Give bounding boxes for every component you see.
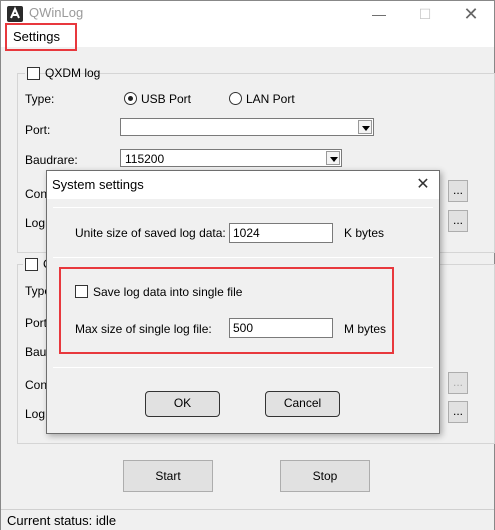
minimize-button[interactable]: — xyxy=(356,1,402,27)
dialog-close-button[interactable]: ✕ xyxy=(411,173,435,197)
second-log-checkbox[interactable] xyxy=(25,258,38,271)
menu-settings-label: Settings xyxy=(13,29,60,44)
unit-size-unit: K bytes xyxy=(344,226,385,240)
stop-button[interactable]: Stop xyxy=(280,460,370,492)
second-config-browse-button[interactable]: ... xyxy=(448,372,468,394)
config-browse-button[interactable]: ... xyxy=(448,180,468,202)
unit-size-input[interactable]: 1024 xyxy=(229,223,333,243)
chevron-down-icon[interactable] xyxy=(358,120,372,134)
qxdm-log-checkbox[interactable] xyxy=(27,67,40,80)
max-size-unit: M bytes xyxy=(344,322,387,336)
status-text: Current status: idle xyxy=(7,513,117,528)
cancel-button[interactable]: Cancel xyxy=(265,391,340,417)
type-label: Type: xyxy=(25,92,55,106)
max-size-label: Max size of single log file: xyxy=(75,322,212,336)
unit-size-label: Unite size of saved log data: xyxy=(75,226,226,240)
start-button[interactable]: Start xyxy=(123,460,213,492)
dialog-divider-mid xyxy=(53,257,433,258)
baudrate-combo[interactable]: 115200 xyxy=(120,149,342,167)
port-combo[interactable] xyxy=(120,118,374,136)
app-logo-icon xyxy=(7,6,23,22)
maximize-button[interactable]: ☐ xyxy=(402,1,448,27)
baud-label: Baudrare: xyxy=(25,153,78,167)
system-settings-dialog: System settings ✕ Unite size of saved lo… xyxy=(46,170,440,434)
dialog-divider-top xyxy=(53,207,433,208)
ok-button[interactable]: OK xyxy=(145,391,220,417)
second-group-header: C xyxy=(23,256,52,272)
single-file-checkbox[interactable] xyxy=(75,285,88,298)
single-file-label: Save log data into single file xyxy=(93,285,243,299)
second-log-path-browse-button[interactable]: ... xyxy=(448,401,468,423)
dialog-title: System settings xyxy=(52,177,144,192)
lan-port-label: LAN Port xyxy=(246,92,295,106)
lan-port-radio[interactable] xyxy=(229,92,242,105)
highlight-box xyxy=(59,267,394,354)
usb-port-radio[interactable] xyxy=(124,92,137,105)
qxdm-group-label: QXDM log xyxy=(45,66,101,80)
menu-settings[interactable]: Settings xyxy=(5,23,77,51)
baudrate-value: 115200 xyxy=(125,152,165,166)
max-size-input[interactable]: 500 xyxy=(229,318,333,338)
dialog-title-bar: System settings ✕ xyxy=(47,171,439,199)
chevron-down-icon[interactable] xyxy=(326,151,340,165)
usb-port-label: USB Port xyxy=(141,92,192,106)
port-label: Port: xyxy=(25,123,51,137)
qxdm-group-header: QXDM log xyxy=(25,65,100,81)
window-title: QWinLog xyxy=(29,5,84,20)
close-button[interactable]: ✕ xyxy=(448,1,494,27)
status-bar: Current status: idle xyxy=(1,509,494,530)
dialog-divider-bottom xyxy=(53,367,433,368)
log-path-browse-button[interactable]: ... xyxy=(448,210,468,232)
